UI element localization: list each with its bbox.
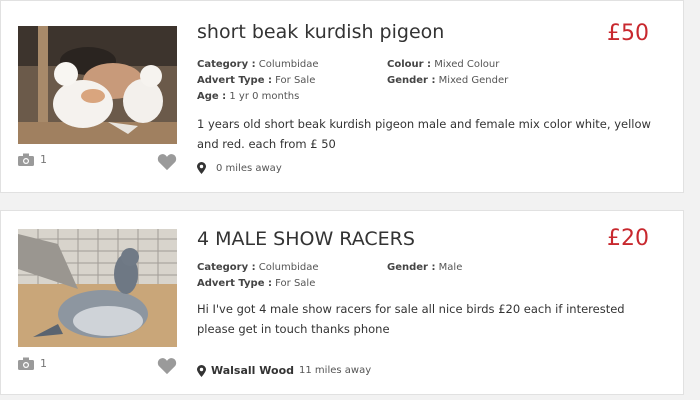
- listing-card[interactable]: 1 short beak kurdish pigeon £50 Category…: [0, 0, 684, 193]
- colour-value: Mixed Colour: [434, 59, 500, 70]
- gender-value: Mixed Gender: [438, 75, 509, 86]
- listing-attributes: Category : Columbidae Gender : Male Adve…: [197, 260, 577, 292]
- advert-type-value: For Sale: [275, 278, 316, 289]
- category-value: Columbidae: [258, 59, 319, 70]
- map-pin-icon: [197, 162, 206, 174]
- distance: 11 miles away: [299, 365, 372, 376]
- listing-attributes: Category : Columbidae Colour : Mixed Col…: [197, 57, 577, 105]
- listing-price: £50: [607, 21, 649, 46]
- photo-count: 1: [18, 153, 47, 166]
- photo-count-value: 1: [40, 357, 47, 370]
- advert-type-label: Advert Type :: [197, 75, 272, 86]
- distance: 0 miles away: [216, 162, 282, 174]
- listing-title[interactable]: short beak kurdish pigeon: [197, 21, 444, 43]
- gender-label: Gender :: [387, 75, 436, 86]
- camera-icon: [18, 153, 34, 166]
- category-label: Category :: [197, 262, 256, 273]
- camera-icon: [18, 357, 34, 370]
- photo-count: 1: [18, 357, 47, 370]
- advert-type-label: Advert Type :: [197, 278, 272, 289]
- heart-icon[interactable]: [157, 153, 177, 171]
- map-pin-icon: [197, 364, 206, 377]
- listing-location: Walsall Wood 11 miles away: [197, 364, 371, 377]
- listing-title[interactable]: 4 MALE SHOW RACERS: [197, 228, 415, 250]
- advert-type-value: For Sale: [275, 75, 316, 86]
- category-label: Category :: [197, 59, 256, 70]
- gender-label: Gender :: [387, 262, 436, 273]
- location-name: Walsall Wood: [211, 364, 295, 377]
- heart-icon[interactable]: [157, 357, 177, 375]
- listing-photo[interactable]: [18, 229, 177, 347]
- colour-label: Colour :: [387, 59, 432, 70]
- listing-description: Hi I've got 4 male show racers for sale …: [197, 302, 625, 336]
- age-value: 1 yr 0 months: [229, 91, 300, 102]
- listing-price: £20: [607, 226, 649, 251]
- listing-description: 1 years old short beak kurdish pigeon ma…: [197, 117, 651, 151]
- age-label: Age :: [197, 91, 227, 102]
- listing-location: 0 miles away: [197, 162, 282, 174]
- gender-value: Male: [438, 262, 463, 273]
- listing-card[interactable]: 1 4 MALE SHOW RACERS £20 Category : Colu…: [0, 210, 684, 395]
- category-value: Columbidae: [258, 262, 319, 273]
- listing-photo[interactable]: [18, 26, 177, 144]
- photo-count-value: 1: [40, 153, 47, 166]
